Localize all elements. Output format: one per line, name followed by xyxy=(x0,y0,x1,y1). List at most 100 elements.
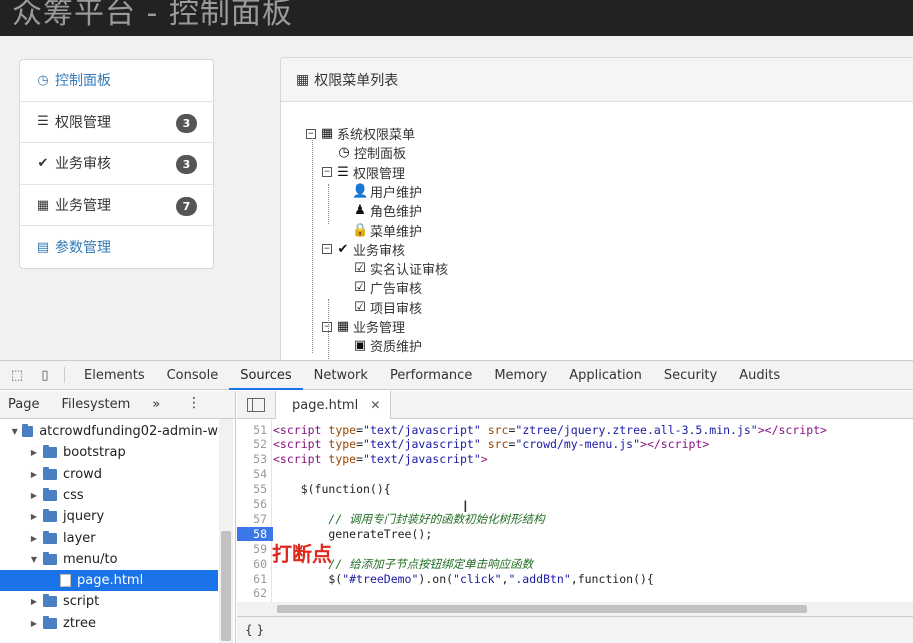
file-item[interactable]: page.html xyxy=(0,570,218,592)
tree-node[interactable]: 👤 用户维护 xyxy=(352,182,422,201)
tree-node-label[interactable]: 权限管理 xyxy=(353,163,405,182)
tab-filesystem[interactable]: Filesystem xyxy=(61,397,130,412)
caret-right-icon[interactable]: ▶ xyxy=(28,619,40,628)
editor-horizontal-scrollbar[interactable] xyxy=(237,602,913,616)
collapse-switch-icon[interactable]: − xyxy=(322,167,332,178)
tree-node-label[interactable]: 菜单维护 xyxy=(370,221,422,240)
line-number[interactable]: 54 xyxy=(237,467,273,481)
line-number[interactable]: 52 xyxy=(237,437,273,451)
caret-right-icon[interactable]: ▶ xyxy=(28,512,40,521)
folder-item[interactable]: ▶ layer xyxy=(0,528,218,549)
sidebar-item-params[interactable]: ▤ 参数管理 xyxy=(20,226,213,268)
line-number[interactable]: 55 xyxy=(237,482,273,496)
folder-icon xyxy=(43,615,57,629)
line-number[interactable]: 51 xyxy=(237,423,273,437)
line-number[interactable]: 59 xyxy=(237,542,273,556)
tab-network[interactable]: Network xyxy=(303,361,379,390)
tree-node[interactable]: ◷ 控制面板 xyxy=(336,143,406,162)
toggle-navigator-icon[interactable] xyxy=(247,397,265,412)
tree-node-label[interactable]: 控制面板 xyxy=(354,143,406,162)
folder-item[interactable]: ▶ css xyxy=(0,485,218,506)
scrollbar-thumb[interactable] xyxy=(221,531,231,641)
caret-right-icon[interactable]: ▶ xyxy=(28,534,40,543)
tree-node[interactable]: ☑ 广告审核 xyxy=(352,278,422,297)
tree-node[interactable]: ▣ 资质维护 xyxy=(352,336,422,355)
tab-security[interactable]: Security xyxy=(653,361,728,390)
sidebar-item-permission[interactable]: ☰ 权限管理 3 xyxy=(20,102,213,144)
folder-icon xyxy=(22,424,34,437)
folder-item[interactable]: ▼ atcrowdfunding02-admin-w xyxy=(0,421,218,442)
line-number[interactable]: 53 xyxy=(237,452,273,466)
caret-right-icon[interactable]: ▶ xyxy=(28,597,40,606)
line-number[interactable]: 62 xyxy=(237,586,273,600)
tree-node[interactable]: − ▦ 系统权限菜单 xyxy=(306,124,415,143)
device-toggle-icon[interactable]: ▯ xyxy=(34,365,56,385)
tree-node-label[interactable]: 业务审核 xyxy=(353,240,405,259)
more-tabs-icon[interactable]: » xyxy=(152,397,160,412)
tree-node-label[interactable]: 广告审核 xyxy=(370,278,422,297)
caret-right-icon[interactable]: ▶ xyxy=(28,491,40,500)
tree-node[interactable]: 🔒 菜单维护 xyxy=(352,221,422,240)
tree-node[interactable]: ☑ 项目审核 xyxy=(352,298,422,317)
sidebar-item-business[interactable]: ▦ 业务管理 7 xyxy=(20,185,213,227)
line-number[interactable]: 60 xyxy=(237,557,273,571)
tree-node[interactable]: ♟ 角色维护 xyxy=(352,201,422,220)
devtools-tab-list: Elements Console Sources Network Performance… xyxy=(73,361,791,390)
collapse-switch-icon[interactable]: − xyxy=(322,321,332,332)
caret-down-icon[interactable]: ▼ xyxy=(10,427,19,436)
caret-down-icon[interactable]: ▼ xyxy=(28,555,40,564)
tab-application[interactable]: Application xyxy=(558,361,653,390)
sidebar-item-audit[interactable]: ✔ 业务审核 3 xyxy=(20,143,213,185)
close-icon[interactable]: ✕ xyxy=(370,398,380,412)
scrollbar-thumb[interactable] xyxy=(277,605,807,613)
line-number[interactable]: 61 xyxy=(237,572,273,586)
tree-node-label[interactable]: 用户维护 xyxy=(370,182,422,201)
breakpoint-marker[interactable]: 58 xyxy=(237,526,273,541)
folder-item[interactable]: ▶ jquery xyxy=(0,506,218,527)
code-line: 54 xyxy=(237,467,913,482)
tab-page[interactable]: Page xyxy=(8,397,39,412)
editor-tab-page-html[interactable]: page.html ✕ xyxy=(275,391,392,419)
check-square-icon: ☑ xyxy=(354,299,366,315)
folder-item[interactable]: ▶ script xyxy=(0,591,218,612)
tree-node-label[interactable]: 资质维护 xyxy=(370,336,422,355)
tab-sources[interactable]: Sources xyxy=(229,361,303,390)
tab-audits[interactable]: Audits xyxy=(728,361,791,390)
code-line: 56 xyxy=(237,497,913,512)
tree-node-label[interactable]: 业务管理 xyxy=(353,317,405,336)
collapse-switch-icon[interactable]: − xyxy=(322,244,332,255)
code-text: // 调用专门封装好的函数初始化树形结构 xyxy=(328,511,545,526)
folder-item[interactable]: ▼ menu/to xyxy=(0,549,218,570)
line-number[interactable]: 56 xyxy=(237,497,273,511)
folder-item[interactable]: ▶ crowd xyxy=(0,464,218,485)
tree-node-label[interactable]: 角色维护 xyxy=(370,201,422,220)
code-text: $(function(){ xyxy=(273,482,391,497)
tab-memory[interactable]: Memory xyxy=(483,361,558,390)
tree-node[interactable]: ☑ 实名认证审核 xyxy=(352,259,448,278)
tab-performance[interactable]: Performance xyxy=(379,361,483,390)
tree-node-label[interactable]: 实名认证审核 xyxy=(370,259,448,278)
collapse-switch-icon[interactable]: − xyxy=(306,128,316,139)
tab-elements[interactable]: Elements xyxy=(73,361,156,390)
tree-node[interactable]: − ☰ 权限管理 xyxy=(322,163,405,182)
code-line: 53 <script type="text/javascript"> xyxy=(237,452,913,467)
line-number[interactable]: 57 xyxy=(237,512,273,526)
kebab-menu-icon[interactable]: ⋮ xyxy=(187,395,201,411)
count-badge: 3 xyxy=(176,113,197,133)
caret-right-icon[interactable]: ▶ xyxy=(28,470,40,479)
navigator-scrollbar[interactable] xyxy=(219,419,233,643)
caret-right-icon[interactable]: ▶ xyxy=(28,448,40,457)
tree-node-label[interactable]: 项目审核 xyxy=(370,298,422,317)
tab-console[interactable]: Console xyxy=(156,361,230,390)
code-text: <script type="text/javascript" src="ztre… xyxy=(273,422,827,437)
folder-item[interactable]: ▶ bootstrap xyxy=(0,442,218,463)
tree-node-label[interactable]: 系统权限菜单 xyxy=(337,124,415,143)
tree-node[interactable]: − ▦ 业务管理 xyxy=(322,317,405,336)
inspect-element-icon[interactable]: ⬚ xyxy=(6,365,28,385)
list-icon: ▤ xyxy=(36,239,50,255)
folder-item[interactable]: ▶ ztree xyxy=(0,613,218,634)
tree-node[interactable]: − ✔ 业务审核 xyxy=(322,240,405,259)
sidebar-item-dashboard[interactable]: ◷ 控制面板 xyxy=(20,60,213,102)
user-icon: 👤 xyxy=(352,183,369,199)
code-line: 59 xyxy=(237,541,913,556)
